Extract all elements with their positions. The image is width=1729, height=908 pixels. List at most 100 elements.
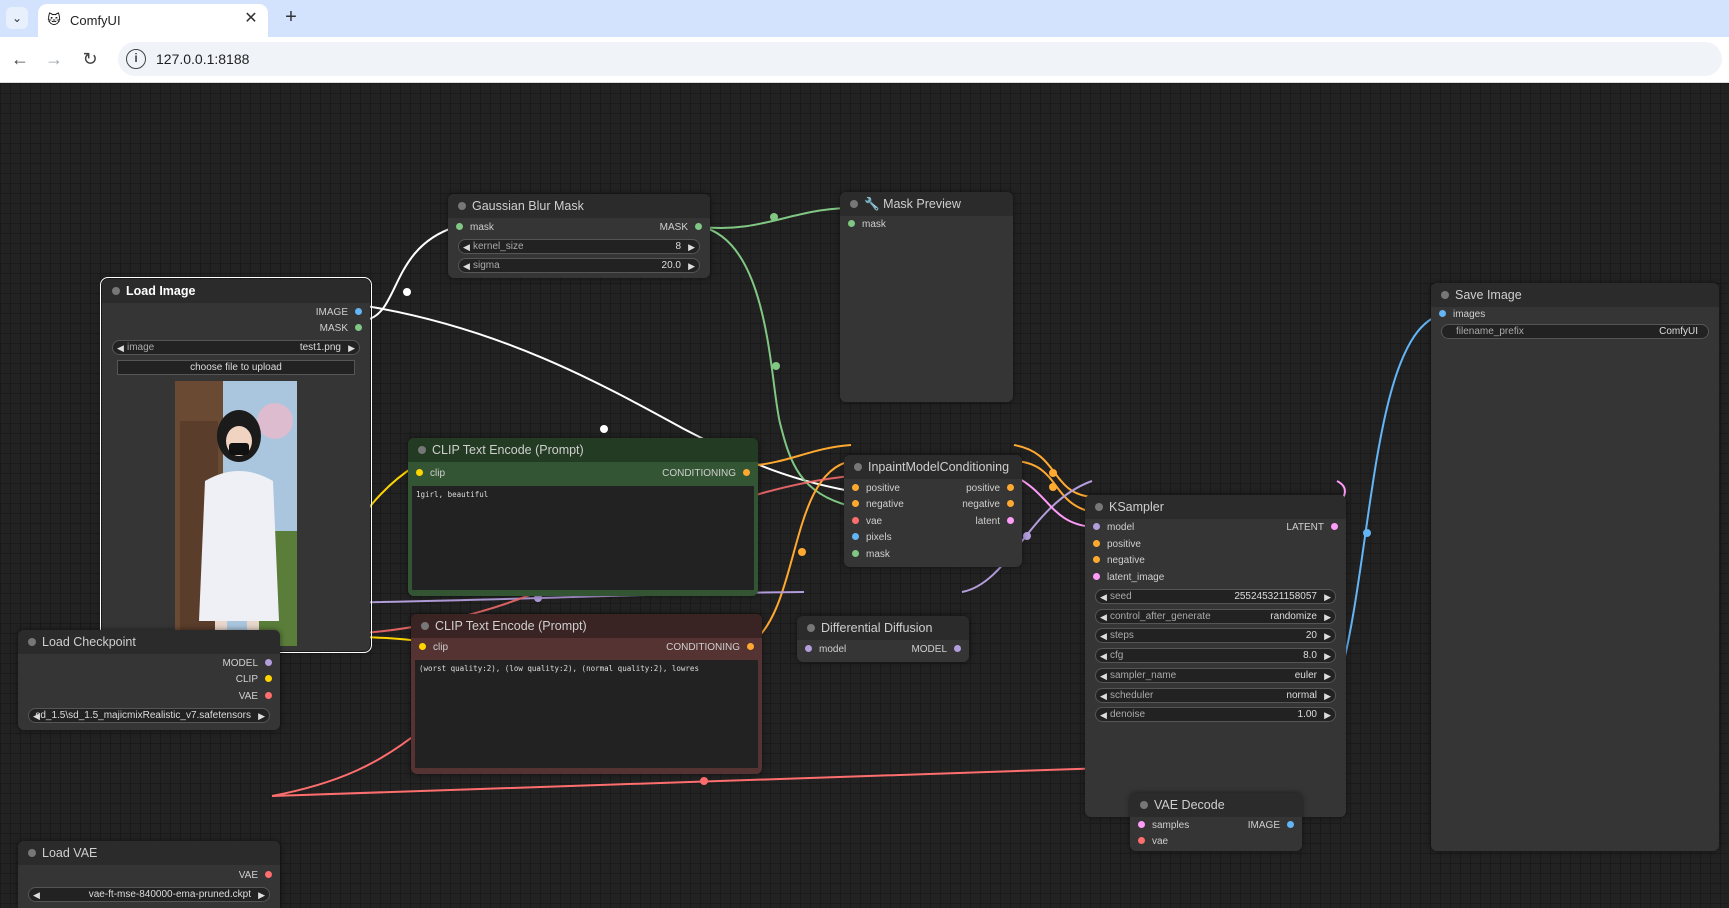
output-slot-clip[interactable]: CLIP bbox=[236, 673, 272, 687]
output-slot-latent[interactable]: LATENT bbox=[1286, 521, 1338, 535]
input-slot-model[interactable]: model bbox=[805, 643, 846, 657]
widget-control-after-generate[interactable]: ◀ control_after_generate randomize ▶ bbox=[1095, 609, 1336, 624]
arrow-right-icon[interactable]: ▶ bbox=[1324, 689, 1331, 703]
output-slot-conditioning[interactable]: CONDITIONING bbox=[662, 467, 750, 481]
input-slot-mask[interactable]: mask bbox=[848, 218, 886, 232]
widget-sigma[interactable]: ◀ sigma 20.0 ▶ bbox=[458, 258, 700, 273]
output-slot-model[interactable]: MODEL bbox=[222, 657, 272, 671]
output-slot-negative[interactable]: negative bbox=[962, 498, 1014, 512]
arrow-left-icon[interactable]: ◀ bbox=[1100, 669, 1107, 683]
arrow-right-icon[interactable]: ▶ bbox=[688, 259, 695, 273]
arrow-right-icon[interactable]: ▶ bbox=[1324, 708, 1331, 722]
arrow-left-icon[interactable]: ◀ bbox=[463, 240, 470, 254]
arrow-right-icon[interactable]: ▶ bbox=[1324, 649, 1331, 663]
node-title-bar[interactable]: Load Checkpoint bbox=[18, 630, 280, 654]
collapse-dot-icon[interactable] bbox=[418, 446, 426, 454]
upload-button[interactable]: choose file to upload bbox=[117, 360, 355, 375]
node-title-bar[interactable]: Save Image bbox=[1431, 283, 1719, 307]
collapse-dot-icon[interactable] bbox=[850, 200, 858, 208]
node-title-bar[interactable]: Load Image bbox=[102, 279, 370, 303]
arrow-left-icon[interactable]: ◀ bbox=[1100, 689, 1107, 703]
node-load-checkpoint[interactable]: Load Checkpoint MODEL CLIP VAE ◀ sd_1.5\s… bbox=[18, 630, 280, 730]
node-inpaint-model-conditioning[interactable]: InpaintModelConditioning positive negati… bbox=[844, 455, 1022, 567]
arrow-right-icon[interactable]: ▶ bbox=[1324, 590, 1331, 604]
node-save-image[interactable]: Save Image images filename_prefix ComfyUI bbox=[1431, 283, 1719, 851]
input-slot-vae[interactable]: vae bbox=[1138, 835, 1168, 849]
widget-image[interactable]: ◀ image test1.png ▶ bbox=[112, 340, 360, 355]
input-slot-vae[interactable]: vae bbox=[852, 515, 882, 529]
arrow-right-icon[interactable]: ▶ bbox=[1324, 629, 1331, 643]
output-slot-mask[interactable]: MASK bbox=[660, 221, 702, 235]
forward-icon[interactable]: → bbox=[40, 45, 68, 73]
node-differential-diffusion[interactable]: Differential Diffusion model MODEL bbox=[797, 616, 969, 662]
node-graph-canvas[interactable]: Gaussian Blur Mask mask MASK ◀ kernel_siz… bbox=[0, 83, 1729, 908]
close-icon[interactable]: ✕ bbox=[242, 10, 260, 28]
input-slot-mask[interactable]: mask bbox=[852, 548, 890, 562]
node-vae-decode[interactable]: VAE Decode samples vae IMAGE bbox=[1130, 793, 1302, 851]
arrow-right-icon[interactable]: ▶ bbox=[258, 888, 265, 902]
arrow-left-icon[interactable]: ◀ bbox=[463, 259, 470, 273]
arrow-right-icon[interactable]: ▶ bbox=[688, 240, 695, 254]
node-title-bar[interactable]: Differential Diffusion bbox=[797, 616, 969, 640]
collapse-dot-icon[interactable] bbox=[1140, 801, 1148, 809]
collapse-dot-icon[interactable] bbox=[421, 622, 429, 630]
node-title-bar[interactable]: CLIP Text Encode (Prompt) bbox=[411, 614, 762, 638]
arrow-left-icon[interactable]: ◀ bbox=[33, 888, 40, 902]
node-title-bar[interactable]: InpaintModelConditioning bbox=[844, 455, 1022, 479]
collapse-dot-icon[interactable] bbox=[458, 202, 466, 210]
collapse-dot-icon[interactable] bbox=[112, 287, 120, 295]
arrow-right-icon[interactable]: ▶ bbox=[348, 341, 355, 355]
input-slot-images[interactable]: images bbox=[1439, 308, 1485, 322]
widget-cfg[interactable]: ◀ cfg 8.0 ▶ bbox=[1095, 648, 1336, 663]
tabs-dropdown-icon[interactable]: ⌄ bbox=[6, 7, 28, 29]
node-load-vae[interactable]: Load VAE VAE ◀ vae-ft-mse-840000-ema-prun… bbox=[18, 841, 280, 908]
input-slot-mask[interactable]: mask bbox=[456, 221, 494, 235]
input-slot-positive[interactable]: positive bbox=[1093, 538, 1141, 552]
site-info-icon[interactable]: i bbox=[126, 49, 146, 69]
widget-steps[interactable]: ◀ steps 20 ▶ bbox=[1095, 628, 1336, 643]
output-slot-conditioning[interactable]: CONDITIONING bbox=[666, 641, 754, 655]
output-slot-positive[interactable]: positive bbox=[966, 482, 1014, 496]
input-slot-negative[interactable]: negative bbox=[852, 498, 904, 512]
node-load-image[interactable]: Load Image IMAGE MASK ◀ image test1.png ▶ c… bbox=[100, 277, 372, 653]
node-title-bar[interactable]: CLIP Text Encode (Prompt) bbox=[408, 438, 758, 462]
widget-sampler-name[interactable]: ◀ sampler_name euler ▶ bbox=[1095, 668, 1336, 683]
widget-kernel-size[interactable]: ◀ kernel_size 8 ▶ bbox=[458, 239, 700, 254]
input-slot-clip[interactable]: clip bbox=[419, 641, 448, 655]
arrow-left-icon[interactable]: ◀ bbox=[117, 341, 124, 355]
input-slot-samples[interactable]: samples bbox=[1138, 819, 1189, 833]
node-mask-preview[interactable]: 🔧 Mask Preview mask bbox=[840, 192, 1013, 402]
output-slot-mask[interactable]: MASK bbox=[320, 322, 362, 336]
arrow-right-icon[interactable]: ▶ bbox=[1324, 610, 1331, 624]
input-slot-latent-image[interactable]: latent_image bbox=[1093, 571, 1164, 585]
output-slot-latent[interactable]: latent bbox=[976, 515, 1014, 529]
node-title-bar[interactable]: 🔧 Mask Preview bbox=[840, 192, 1013, 216]
arrow-left-icon[interactable]: ◀ bbox=[1100, 629, 1107, 643]
address-bar[interactable]: i 127.0.0.1:8188 bbox=[118, 42, 1722, 76]
widget-denoise[interactable]: ◀ denoise 1.00 ▶ bbox=[1095, 707, 1336, 722]
node-title-bar[interactable]: KSampler bbox=[1085, 495, 1346, 519]
input-slot-positive[interactable]: positive bbox=[852, 482, 900, 496]
input-slot-pixels[interactable]: pixels bbox=[852, 531, 892, 545]
output-slot-image[interactable]: IMAGE bbox=[316, 306, 362, 320]
collapse-dot-icon[interactable] bbox=[854, 463, 862, 471]
new-tab-icon[interactable]: + bbox=[280, 6, 302, 28]
collapse-dot-icon[interactable] bbox=[807, 624, 815, 632]
widget-seed[interactable]: ◀ seed 255245321158057 ▶ bbox=[1095, 589, 1336, 604]
arrow-left-icon[interactable]: ◀ bbox=[1100, 590, 1107, 604]
arrow-left-icon[interactable]: ◀ bbox=[1100, 708, 1107, 722]
widget-filename-prefix[interactable]: filename_prefix ComfyUI bbox=[1441, 324, 1709, 339]
node-title-bar[interactable]: Load VAE bbox=[18, 841, 280, 865]
prompt-textarea[interactable]: (worst quality:2), (low quality:2), (nor… bbox=[415, 660, 758, 768]
tab-comfyui[interactable]: 🐱 ComfyUI ✕ bbox=[38, 4, 268, 37]
widget-vae-name[interactable]: ◀ vae-ft-mse-840000-ema-pruned.ckpt ▶ bbox=[28, 887, 270, 902]
widget-ckpt-name[interactable]: ◀ sd_1.5\sd_1.5_majicmixRealistic_v7.safe… bbox=[28, 708, 270, 723]
reload-icon[interactable]: ↻ bbox=[76, 45, 104, 73]
widget-scheduler[interactable]: ◀ scheduler normal ▶ bbox=[1095, 688, 1336, 703]
collapse-dot-icon[interactable] bbox=[1095, 503, 1103, 511]
collapse-dot-icon[interactable] bbox=[28, 638, 36, 646]
input-slot-clip[interactable]: clip bbox=[416, 467, 445, 481]
collapse-dot-icon[interactable] bbox=[28, 849, 36, 857]
output-slot-vae[interactable]: VAE bbox=[239, 869, 272, 883]
node-title-bar[interactable]: VAE Decode bbox=[1130, 793, 1302, 817]
